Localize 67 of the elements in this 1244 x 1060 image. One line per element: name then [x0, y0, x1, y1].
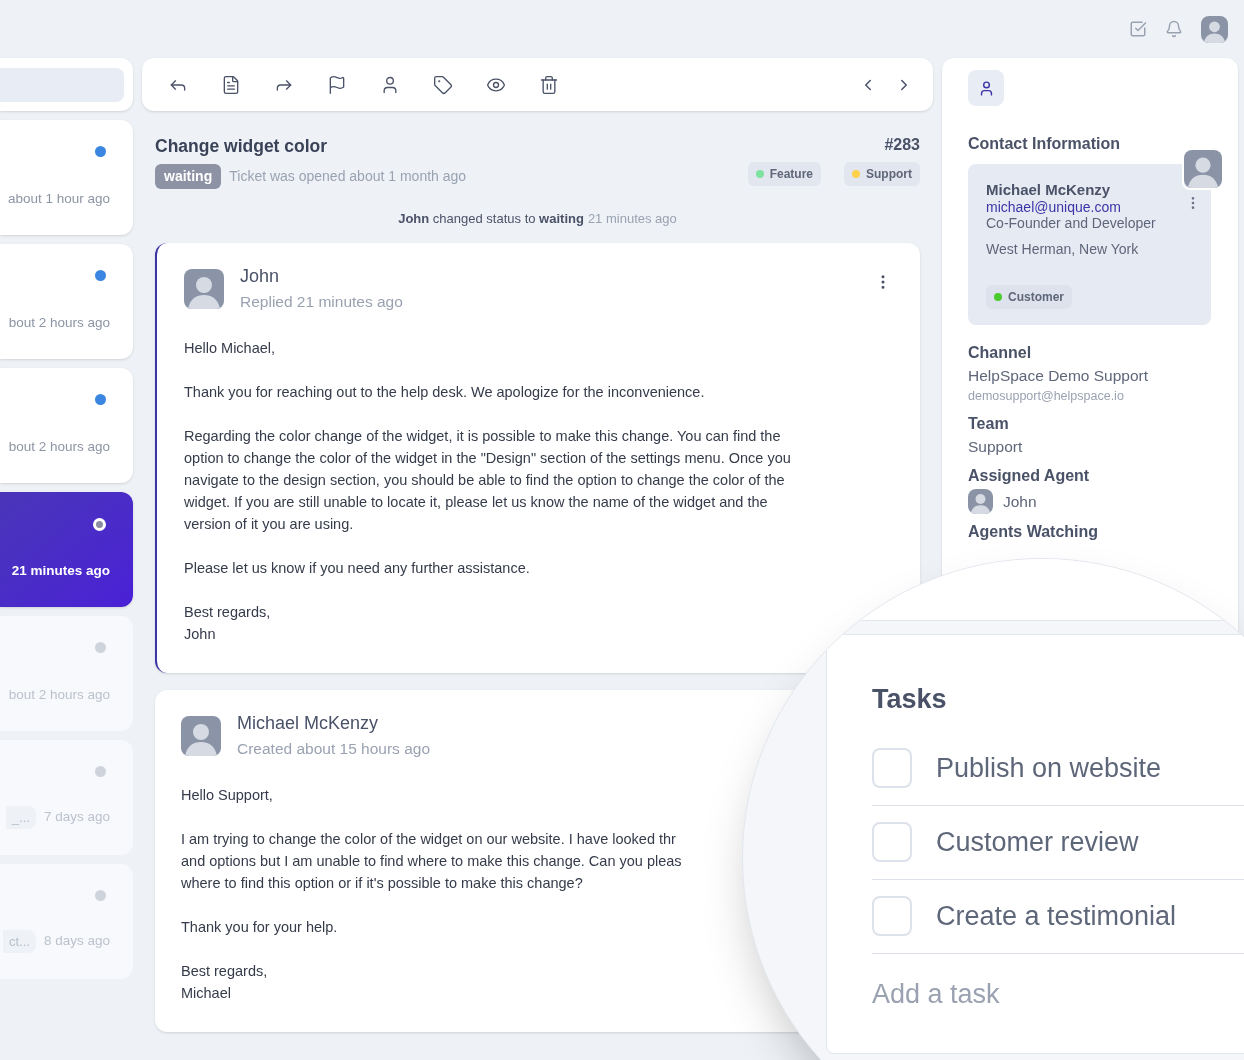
- ticket-time: about 1 hour ago: [7, 189, 110, 208]
- task-label: Publish on website: [936, 751, 1162, 785]
- ticket-card[interactable]: bout 2 hours ago: [0, 368, 133, 483]
- message-time: Replied 21 minutes ago: [240, 291, 404, 312]
- message-paragraph: Thank you for your help.: [181, 918, 338, 938]
- tag-chip: _...: [5, 805, 36, 829]
- channel-email: demosupport@helpspace.io: [968, 388, 1125, 406]
- contact-title: Contact Information: [968, 134, 1121, 154]
- status-badge: waiting: [155, 164, 222, 190]
- ticket-time: 21 minutes ago: [11, 561, 110, 580]
- message-paragraph: Regarding the color change of the widget, it is possible to make this change. You can find the option to change the color of the widget in the "Design" section of the settings menu. Once you navigate to the design section, you should be able to find the option to change the color of the widget. If you are still unable to locate it, please let us know the name of the widget and the version of it you are using.: [184, 427, 791, 534]
- avatar-image: [181, 716, 221, 756]
- note-icon[interactable]: [221, 74, 241, 95]
- detail-label: Agents Watching: [968, 522, 1100, 543]
- task-checkbox[interactable]: [872, 748, 912, 788]
- detail-value: Support: [968, 437, 1024, 457]
- trash-icon[interactable]: [539, 74, 559, 95]
- tag-icon[interactable]: [433, 74, 453, 95]
- detail-label: Assigned Agent: [968, 466, 1091, 487]
- detail-label: Team: [968, 414, 1010, 434]
- add-task-field[interactable]: Add a task: [872, 973, 1172, 1014]
- ticket-card[interactable]: about 1 hour ago: [0, 120, 133, 235]
- task-checkbox[interactable]: [872, 896, 912, 936]
- message-paragraph: Thank you for reaching out to the help desk. We apologize for the inconvenience.: [184, 383, 705, 402]
- ticket-time: bout 2 hours ago: [8, 313, 110, 332]
- contact-avatar: [1184, 150, 1222, 188]
- customer-badge: Customer: [986, 285, 1072, 309]
- message-author: Michael McKenzy: [237, 712, 380, 735]
- message-paragraph: Hello Support,: [181, 786, 273, 806]
- task-checkbox[interactable]: [872, 822, 912, 862]
- agent-avatar: [968, 489, 993, 515]
- contact-location: West Herman, New York: [986, 240, 1140, 259]
- activity-time: 21 minutes ago: [587, 210, 677, 229]
- task-label: Customer review: [936, 825, 1139, 859]
- task-label: Create a testimonial: [936, 899, 1177, 933]
- tag-badge: Support: [844, 162, 920, 186]
- ticket-time: bout 2 hours ago: [8, 685, 110, 704]
- flag-icon[interactable]: [327, 74, 347, 95]
- message-paragraph: Hello Michael,: [184, 339, 276, 358]
- ticket-time: 8 days ago: [43, 932, 110, 951]
- contact-email[interactable]: michael@unique.com: [986, 199, 1211, 215]
- ticket-time: 7 days ago: [43, 808, 110, 827]
- message-paragraph: Best regards, Michael: [181, 962, 268, 1004]
- ticket-card[interactable]: _... 7 days ago: [0, 740, 133, 855]
- contact-name: Michael McKenzy: [986, 181, 1112, 199]
- detail-label: Channel: [968, 343, 1033, 363]
- message-time: Created about 15 hours ago: [237, 739, 432, 759]
- user-avatar: [1201, 15, 1228, 43]
- message-paragraph: I am trying to change the color of the widget on our website. I have looked thr and options but I am unable to find where to make this change. Can you pleas where to find this option or if it's possible to make this change?: [181, 830, 682, 894]
- message-author: John: [240, 264, 281, 288]
- ticket-card[interactable]: bout 2 hours ago: [0, 616, 133, 731]
- contact-tab[interactable]: [968, 70, 1004, 106]
- agent-name: John: [1003, 492, 1037, 513]
- ticket-card[interactable]: 21 minutes ago: [0, 492, 133, 607]
- ticket-time: bout 2 hours ago: [8, 437, 110, 456]
- tasks-title: Tasks: [872, 683, 948, 716]
- ticket-card[interactable]: bout 2 hours ago: [0, 244, 133, 359]
- detail-value: HelpSpace Demo Support: [968, 366, 1150, 386]
- message-paragraph: Best regards, John: [184, 603, 271, 644]
- activity-text: John changed status to waiting: [398, 210, 584, 229]
- ticket-title: Change widget color: [155, 135, 329, 158]
- ticket-opened: Ticket was opened about 1 month ago: [229, 167, 467, 187]
- tag-badge: Feature: [747, 162, 821, 186]
- avatar-image: [184, 268, 224, 309]
- ticket-number: #283: [884, 135, 920, 155]
- contact-role: Co-Founder and Developer: [986, 215, 1157, 231]
- message-paragraph: Please let us know if you need any further assistance.: [184, 559, 530, 578]
